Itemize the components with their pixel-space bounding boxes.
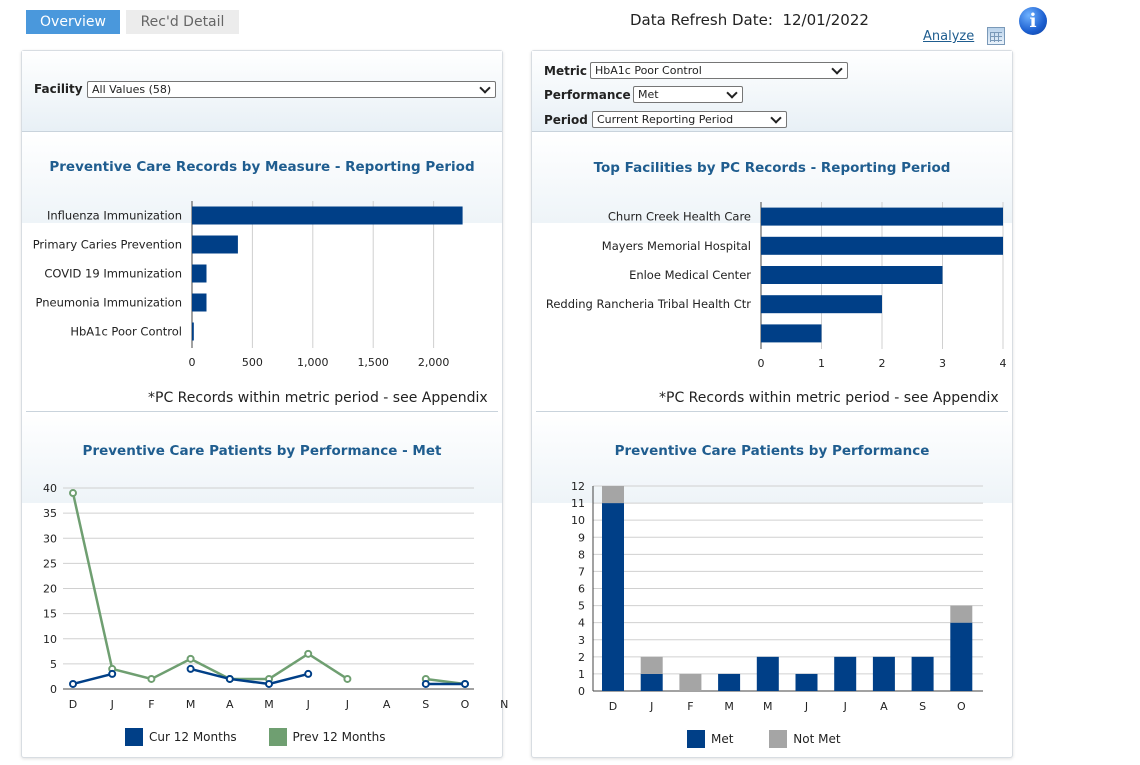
- bar-met: [872, 656, 895, 691]
- y-tick-label: 35: [43, 507, 57, 520]
- data-point: [186, 664, 195, 673]
- x-tick-label: F: [148, 698, 154, 711]
- y-tick-label: 4: [578, 617, 585, 630]
- right-panel: Metric HbA1c Poor Control Performance Me…: [531, 50, 1013, 758]
- data-point: [461, 679, 469, 688]
- y-tick-label: 1: [578, 668, 585, 681]
- y-tick-label: 9: [578, 531, 585, 544]
- data-point: [147, 674, 156, 683]
- x-tick-label: A: [383, 698, 391, 711]
- x-tick-label: S: [919, 700, 926, 713]
- x-tick-label: J: [804, 700, 808, 713]
- x-tick-label: S: [422, 698, 429, 711]
- x-tick-label: N: [500, 698, 508, 711]
- y-tick-label: 25: [43, 557, 57, 570]
- data-point: [343, 674, 352, 683]
- data-point: [304, 649, 313, 658]
- bar-met: [756, 656, 779, 691]
- y-tick-label: 10: [43, 633, 57, 646]
- data-point: [265, 679, 273, 688]
- y-tick-label: 20: [43, 583, 57, 596]
- y-tick-label: 6: [578, 583, 585, 596]
- x-tick-label: O: [957, 700, 966, 713]
- y-tick-label: 3: [578, 634, 585, 647]
- x-tick-label: A: [880, 700, 888, 713]
- bar-met: [795, 673, 818, 691]
- bar-not-met: [950, 605, 973, 623]
- data-point: [186, 654, 195, 663]
- bar-met: [718, 673, 741, 691]
- legend-label-met: Met: [711, 731, 734, 746]
- tab-recd-detail[interactable]: Rec'd Detail: [126, 10, 239, 34]
- series-line-0: [190, 667, 309, 686]
- performance-stacked-bar-chart: 0123456789101112D J F M M J J A S O: [571, 480, 983, 713]
- series-line-0: [72, 672, 113, 686]
- x-tick-label: J: [306, 698, 310, 711]
- legend-swatch: [769, 730, 788, 748]
- y-tick-label: 10: [571, 514, 585, 527]
- bar-not-met: [640, 656, 663, 674]
- tab-overview[interactable]: Overview: [26, 10, 120, 34]
- y-tick-label: 11: [571, 497, 585, 510]
- legend-swatch: [125, 728, 143, 746]
- y-tick-label: 8: [578, 548, 585, 561]
- legend-item-not-met[interactable]: Not Met: [769, 730, 841, 748]
- data-point: [225, 674, 234, 683]
- data-point: [304, 669, 313, 678]
- data-point: [108, 669, 117, 678]
- legend-swatch: [687, 730, 705, 748]
- bar-met: [640, 673, 663, 691]
- x-tick-label: M: [763, 700, 773, 713]
- legend-label-not-met: Not Met: [793, 731, 841, 746]
- trend-line-chart: 0 5 10 15 20 25 30 35 40 D J F M A M J J A S O N: [43, 482, 508, 711]
- y-tick-label: 30: [43, 532, 57, 545]
- performance-legend: Met Not Met: [687, 730, 841, 748]
- legend-label-cur: Cur 12 Months: [149, 729, 237, 744]
- x-tick-label: M: [186, 698, 196, 711]
- legend-label-prev: Prev 12 Months: [292, 729, 386, 744]
- bar-not-met: [602, 486, 624, 504]
- x-tick-label: J: [843, 700, 847, 713]
- trend-legend: Cur 12 Months Prev 12 Months: [125, 728, 385, 746]
- bar-met: [911, 656, 934, 691]
- data-refresh-date: Data Refresh Date: 12/01/2022: [630, 11, 869, 29]
- legend-item-cur[interactable]: Cur 12 Months: [125, 728, 237, 746]
- x-tick-label: J: [345, 698, 349, 711]
- y-tick-label: 12: [571, 480, 585, 493]
- x-tick-label: J: [110, 698, 114, 711]
- analyze-link[interactable]: Analyze: [923, 29, 974, 44]
- data-point: [69, 489, 77, 498]
- refresh-date-value: 12/01/2022: [782, 11, 869, 29]
- data-point: [69, 679, 77, 688]
- y-tick-label: 5: [50, 658, 57, 671]
- refresh-label: Data Refresh Date:: [630, 11, 773, 29]
- bar-met: [602, 503, 624, 691]
- y-tick-label: 15: [43, 608, 57, 621]
- legend-item-met[interactable]: Met: [687, 730, 734, 748]
- x-tick-label: D: [69, 698, 77, 711]
- x-tick-label: M: [724, 700, 734, 713]
- y-tick-label: 7: [578, 565, 585, 578]
- x-tick-label: J: [649, 700, 653, 713]
- y-tick-label: 0: [50, 683, 57, 696]
- y-tick-label: 40: [43, 482, 57, 495]
- legend-item-prev[interactable]: Prev 12 Months: [268, 728, 386, 746]
- bar-not-met: [679, 673, 702, 691]
- x-tick-label: A: [226, 698, 234, 711]
- bar-met: [834, 656, 857, 691]
- calendar-icon[interactable]: [987, 27, 1005, 45]
- x-tick-label: M: [264, 698, 274, 711]
- x-tick-label: F: [687, 700, 693, 713]
- data-point: [421, 679, 430, 688]
- y-tick-label: 5: [578, 600, 585, 613]
- legend-swatch: [268, 728, 287, 746]
- x-tick-label: D: [609, 700, 617, 713]
- left-panel: Facility All Values (58) Preventive Care…: [21, 50, 508, 758]
- bar-met: [950, 622, 973, 691]
- y-tick-label: 2: [578, 651, 585, 664]
- y-tick-label: 0: [578, 685, 585, 698]
- info-icon[interactable]: i: [1019, 7, 1047, 35]
- x-tick-label: O: [461, 698, 470, 711]
